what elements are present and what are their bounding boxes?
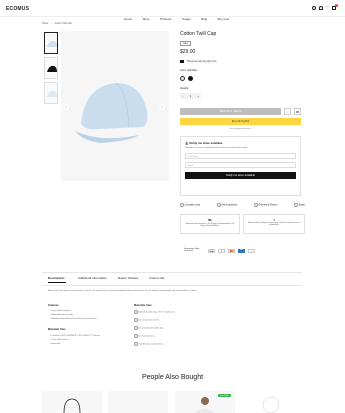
- compare-button[interactable]: ⇄: [294, 108, 301, 115]
- notify-email-field[interactable]: Email*: [185, 162, 296, 168]
- no-bleach-icon: [134, 326, 138, 330]
- tabs-bottom-divider: [42, 285, 302, 286]
- logo[interactable]: ECOMUS: [6, 6, 29, 12]
- qty-plus[interactable]: +: [198, 95, 199, 98]
- description-text: Button-up shirt sleeves are a timeless c…: [48, 290, 197, 292]
- care-item: Do not dry clean.: [134, 334, 155, 338]
- tab-description-underline: [48, 282, 66, 283]
- safe-checkout-label: Guarantee Safe Checkout: [184, 248, 200, 252]
- compare-color-action[interactable]: Compare color: [180, 203, 200, 207]
- care-item: Machine wash max. 30°C. Short spin.: [134, 310, 175, 314]
- cart-count-badge: 0: [335, 4, 338, 7]
- notify-box: 🔔︎ Notify me when available Register to …: [180, 136, 301, 196]
- wash-icon: [134, 310, 138, 314]
- breadcrumb-home[interactable]: Home: [42, 22, 48, 25]
- tumble-dry-icon: [134, 342, 138, 346]
- viewers-notice: Things are hurrying right now: [180, 60, 216, 63]
- care-item: Do not bleach/tumble dry.: [134, 326, 163, 330]
- feature-item: • Front button placket: [50, 310, 71, 312]
- share-action[interactable]: Share: [293, 203, 305, 207]
- nav-buy-now[interactable]: Buy now: [218, 17, 230, 21]
- quantity-label: Quantity: [180, 88, 189, 90]
- materials-title: Materials Care: [48, 328, 66, 331]
- search-icon[interactable]: [312, 6, 316, 10]
- sale-badge: SALE: [180, 41, 192, 46]
- sold-out-button[interactable]: SOLD OUT - $29.00: [180, 108, 281, 115]
- thumbnail-2[interactable]: [44, 57, 58, 79]
- nav-shop[interactable]: Shop: [142, 17, 149, 21]
- tab-description[interactable]: Description: [48, 276, 65, 280]
- main-product-image[interactable]: [61, 31, 169, 181]
- related-product-card[interactable]: [42, 391, 102, 413]
- wishlist-icon[interactable]: ♡: [326, 6, 330, 10]
- delivery-estimate-box: ⛟ Estimate delivery times: 12-26 days (I…: [180, 214, 240, 234]
- tab-additional-info[interactable]: Additional Information: [78, 276, 107, 280]
- share-icon: [293, 203, 298, 207]
- product-price: $29.00: [180, 49, 196, 55]
- color-swatch-black[interactable]: [188, 76, 193, 81]
- related-product-card[interactable]: [108, 391, 168, 413]
- question-icon: [217, 203, 221, 207]
- notify-desc: Register to receive a notification when …: [185, 147, 249, 149]
- notify-name-field[interactable]: Last Name: [185, 153, 296, 159]
- return-policy-box: ↺ Return within 30 days of purchase. Dut…: [243, 214, 305, 234]
- delivery-return-action[interactable]: Delivery & Return: [253, 203, 277, 207]
- header-divider: [0, 16, 345, 17]
- breadcrumb: Home › Cotton Twill Cap: [42, 22, 72, 25]
- care-item: Iron maximum 110°C.: [134, 318, 160, 322]
- viewers-text: Things are hurrying right now: [186, 61, 217, 64]
- prev-image-arrow[interactable]: ‹: [63, 104, 69, 110]
- nav-home[interactable]: Home: [124, 17, 132, 21]
- qty-value[interactable]: 1: [190, 95, 191, 98]
- material-item: • Content: 100% LENZING™ ECOVERO™ Viscos…: [50, 335, 101, 337]
- visa-icon: VISA: [208, 249, 215, 253]
- related-title: People Also Bought: [141, 374, 204, 381]
- thumbnail-3[interactable]: [44, 82, 58, 104]
- compare-icon: [180, 203, 184, 207]
- discover-icon: ●: [248, 249, 255, 253]
- payment-icons: VISA P AM ●: [208, 249, 255, 253]
- color-label: Color: Light Blue: [180, 70, 197, 72]
- next-image-arrow[interactable]: ›: [159, 104, 165, 110]
- eye-icon: [180, 60, 184, 63]
- nav-pages[interactable]: Pages: [182, 17, 191, 21]
- feature-item: • Adjustable sleeve tabs: [50, 314, 74, 316]
- more-payment-link[interactable]: More payment options: [180, 128, 301, 130]
- iron-icon: [134, 318, 138, 322]
- truck-icon: [253, 203, 258, 207]
- breadcrumb-current: Cotton Twill Cap: [54, 22, 72, 25]
- tab-custom[interactable]: Custom tab: [149, 276, 164, 280]
- pre-order-badge: Pre-Order: [218, 394, 231, 397]
- ask-question-action[interactable]: Ask a question: [217, 203, 237, 207]
- feature-item: • Babaton embroidered crest at placket a…: [50, 318, 97, 320]
- wishlist-button[interactable]: ♡: [284, 108, 291, 115]
- quantity-stepper[interactable]: − 1 +: [180, 93, 201, 99]
- tab-return-policies[interactable]: Return Policies: [118, 276, 138, 280]
- product-actions: Compare color Ask a question Delivery & …: [180, 203, 305, 207]
- amex-icon: AM: [238, 249, 245, 253]
- no-dry-clean-icon: [134, 334, 138, 338]
- material-item: • Imported: [50, 343, 61, 345]
- qty-minus[interactable]: −: [182, 95, 183, 98]
- user-icon[interactable]: [319, 6, 323, 10]
- features-title: Features: [48, 304, 59, 307]
- paypal-button[interactable]: Buy with PayPal: [180, 118, 301, 125]
- related-product-card[interactable]: [241, 391, 301, 413]
- thumbnail-1[interactable]: [44, 32, 58, 54]
- nav-products[interactable]: Products: [160, 17, 172, 21]
- breadcrumb-sep: ›: [51, 22, 52, 25]
- color-swatch-light-blue[interactable]: [180, 76, 185, 81]
- care-item: Tumble dry, medium heat.: [134, 342, 164, 346]
- product-title: Cotton Twill Cap: [180, 31, 217, 37]
- care-title: Materials Care: [134, 304, 152, 307]
- nav-blog[interactable]: Blog: [201, 17, 207, 21]
- notify-submit-button[interactable]: Notify me when available: [185, 172, 296, 179]
- mastercard-icon: [228, 249, 235, 253]
- notify-title: 🔔︎ Notify me when available: [185, 141, 223, 145]
- paypal-icon: P: [218, 249, 225, 253]
- material-item: • Care: Hand wash: [50, 339, 69, 341]
- tabs-divider: [42, 272, 302, 273]
